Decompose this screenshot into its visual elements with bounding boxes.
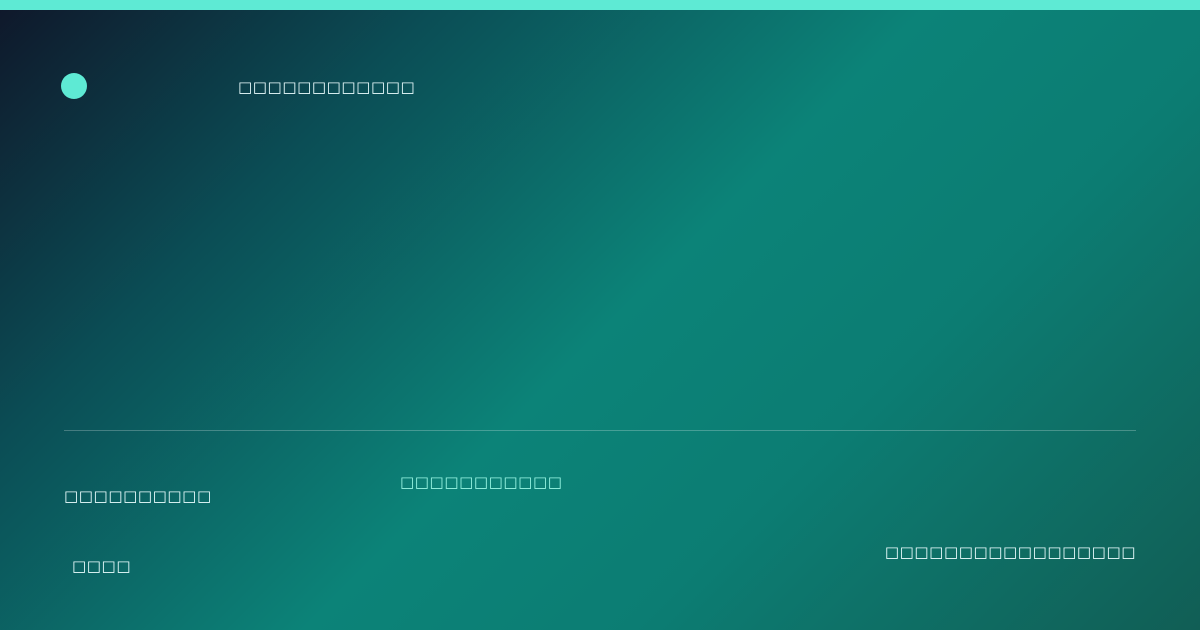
footer-bottom-right-text: □□□□□□□□□□□□□□□□□	[884, 543, 1136, 561]
footer-bottom-left-text: □□□□	[72, 557, 132, 575]
brand-logo-icon	[61, 73, 87, 99]
section-divider	[64, 430, 1136, 431]
brand-text: □□□□□□□□□□□□	[238, 78, 416, 96]
top-accent-bar	[0, 0, 1200, 10]
footer-left-text: □□□□□□□□□□	[64, 487, 212, 505]
footer-middle-text: □□□□□□□□□□□	[400, 473, 563, 491]
